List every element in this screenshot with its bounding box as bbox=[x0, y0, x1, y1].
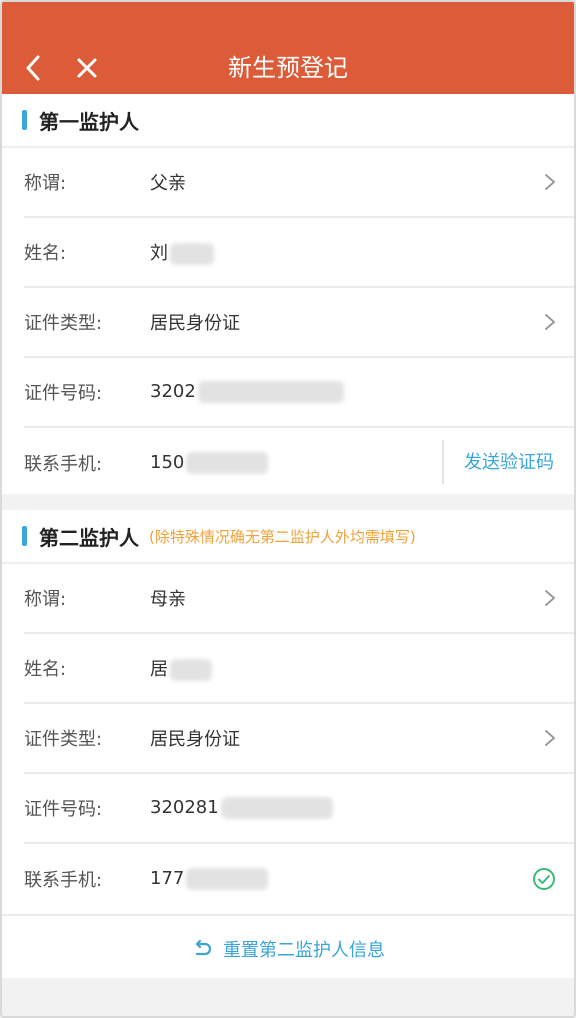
guardian1-title: 第一监护人 bbox=[39, 109, 139, 134]
guardian1-idnumber-row[interactable]: 证件号码: 3202 bbox=[24, 358, 574, 428]
undo-icon bbox=[195, 939, 212, 956]
guardian2-header: 第二监护人 (除特殊情况确无第二监护人外均需填写) bbox=[2, 510, 574, 564]
guardian2-section: 第二监护人 (除特殊情况确无第二监护人外均需填写) 称谓: 母亲 姓名: 居 证… bbox=[2, 510, 574, 978]
id-type-value: 居民身份证 bbox=[150, 313, 240, 334]
id-number-label: 证件号码: bbox=[24, 799, 103, 820]
id-type-label: 证件类型: bbox=[24, 313, 103, 334]
relation-label: 称谓: bbox=[24, 589, 67, 610]
redacted-blur bbox=[170, 243, 214, 265]
reset-label: 重置第二监护人信息 bbox=[223, 940, 385, 961]
guardian1-idtype-row[interactable]: 证件类型: 居民身份证 bbox=[24, 288, 574, 358]
name-field[interactable]: 居 bbox=[150, 655, 212, 681]
phone-value: 150 bbox=[150, 452, 185, 473]
phone-label: 联系手机: bbox=[24, 870, 103, 891]
guardian2-title: 第二监护人 bbox=[39, 525, 139, 550]
relation-value: 母亲 bbox=[150, 589, 186, 610]
id-number-field[interactable]: 320281 bbox=[150, 797, 333, 819]
top-bar: 新生预登记 bbox=[2, 2, 574, 94]
phone-value: 177 bbox=[150, 868, 185, 889]
section-accent-bar bbox=[22, 110, 27, 130]
relation-value: 父亲 bbox=[150, 173, 186, 194]
name-field[interactable]: 刘 bbox=[150, 239, 214, 265]
guardian1-section: 第一监护人 称谓: 父亲 姓名: 刘 证件类型: 居民身份证 证件号码: 320… bbox=[2, 94, 574, 494]
chevron-right-icon bbox=[545, 730, 555, 746]
chevron-right-icon bbox=[545, 314, 555, 330]
chevron-right-icon bbox=[545, 174, 555, 190]
divider bbox=[442, 440, 444, 484]
guardian2-phone-row[interactable]: 联系手机: 177 bbox=[24, 844, 574, 914]
reset-guardian2-button[interactable]: 重置第二监护人信息 bbox=[2, 914, 574, 982]
redacted-blur bbox=[186, 868, 269, 890]
guardian2-relation-row[interactable]: 称谓: 母亲 bbox=[24, 564, 574, 634]
relation-label: 称谓: bbox=[24, 173, 67, 194]
guardian1-phone-row[interactable]: 联系手机: 150 发送验证码 bbox=[24, 428, 574, 498]
name-label: 姓名: bbox=[24, 243, 67, 264]
guardian1-name-row[interactable]: 姓名: 刘 bbox=[24, 218, 574, 288]
phone-label: 联系手机: bbox=[24, 454, 103, 475]
app-frame: 新生预登记 第一监护人 称谓: 父亲 姓名: 刘 证件类型: 居民身份证 证件号… bbox=[0, 0, 576, 1018]
name-label: 姓名: bbox=[24, 659, 67, 680]
id-type-label: 证件类型: bbox=[24, 729, 103, 750]
id-number-label: 证件号码: bbox=[24, 383, 103, 404]
id-number-value: 320281 bbox=[150, 797, 219, 818]
send-code-button[interactable]: 发送验证码 bbox=[464, 428, 554, 498]
guardian2-name-row[interactable]: 姓名: 居 bbox=[24, 634, 574, 704]
guardian1-header: 第一监护人 bbox=[2, 94, 574, 148]
name-value: 居 bbox=[150, 659, 168, 680]
phone-field[interactable]: 150 bbox=[150, 452, 269, 474]
id-number-field[interactable]: 3202 bbox=[150, 381, 344, 403]
redacted-blur bbox=[186, 452, 269, 474]
id-number-value: 3202 bbox=[150, 381, 196, 402]
redacted-blur bbox=[170, 659, 212, 681]
guardian2-idtype-row[interactable]: 证件类型: 居民身份证 bbox=[24, 704, 574, 774]
guardian2-note: (除特殊情况确无第二监护人外均需填写) bbox=[149, 527, 416, 546]
guardian1-relation-row[interactable]: 称谓: 父亲 bbox=[24, 148, 574, 218]
chevron-right-icon bbox=[545, 590, 555, 606]
id-type-value: 居民身份证 bbox=[150, 729, 240, 750]
name-value: 刘 bbox=[150, 243, 168, 264]
page-title: 新生预登记 bbox=[228, 54, 348, 82]
phone-field[interactable]: 177 bbox=[150, 868, 269, 890]
redacted-blur bbox=[220, 797, 333, 819]
redacted-blur bbox=[197, 381, 344, 403]
check-circle-icon bbox=[533, 868, 555, 890]
guardian2-idnumber-row[interactable]: 证件号码: 320281 bbox=[24, 774, 574, 844]
section-accent-bar bbox=[22, 526, 27, 546]
